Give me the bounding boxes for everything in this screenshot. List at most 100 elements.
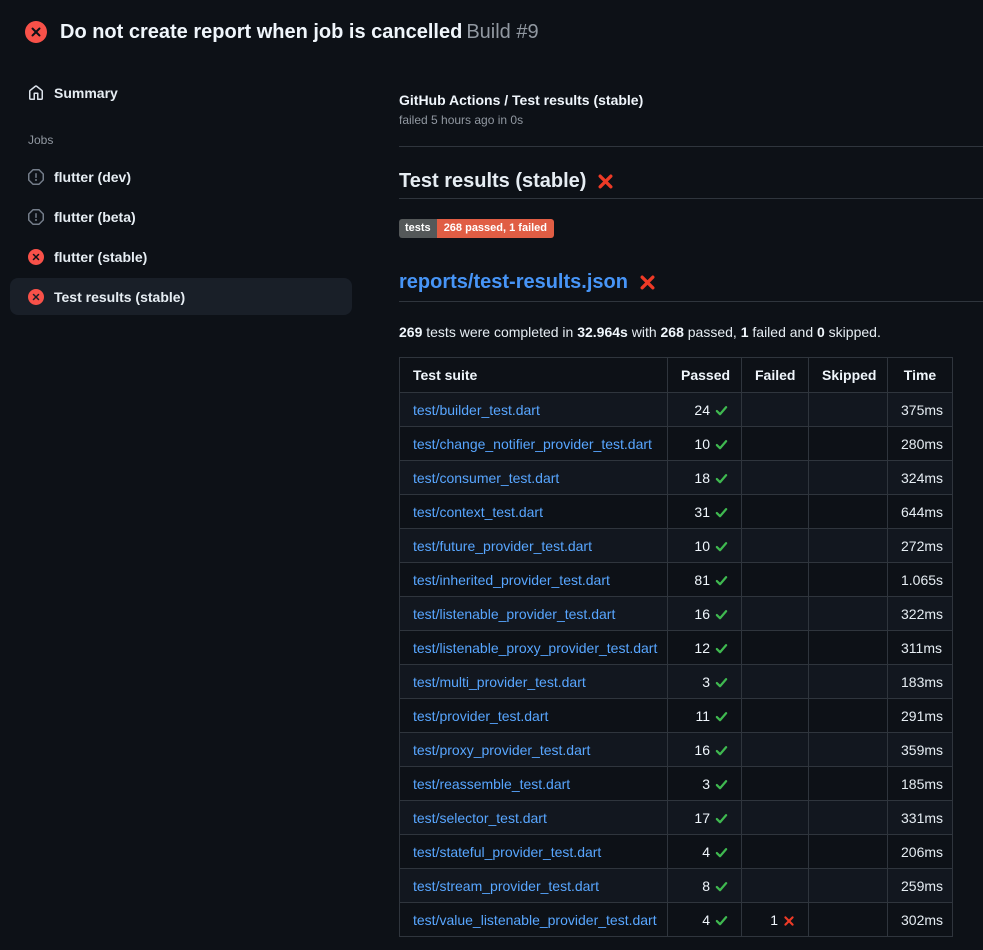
skipped-cell: [809, 903, 888, 937]
summary-segment: 32.964s: [577, 324, 628, 340]
test-suite-link[interactable]: test/provider_test.dart: [413, 708, 548, 724]
table-row: test/stateful_provider_test.dart4206ms: [400, 835, 953, 869]
test-suite-link[interactable]: test/listenable_provider_test.dart: [413, 606, 615, 622]
skipped-cell: [809, 699, 888, 733]
check-icon: [715, 404, 728, 417]
passed-cell: 11: [668, 699, 742, 733]
passed-count: 4: [702, 912, 710, 928]
time-cell: 311ms: [888, 631, 953, 665]
time-cell: 324ms: [888, 461, 953, 495]
table-row: test/selector_test.dart17331ms: [400, 801, 953, 835]
passed-count: 3: [702, 776, 710, 792]
test-suite-link[interactable]: test/context_test.dart: [413, 504, 543, 520]
passed-cell: 4: [668, 903, 742, 937]
column-header-failed: Failed: [742, 358, 809, 393]
test-suite-link[interactable]: test/change_notifier_provider_test.dart: [413, 436, 652, 452]
check-icon: [715, 506, 728, 519]
test-suite-link[interactable]: test/inherited_provider_test.dart: [413, 572, 610, 588]
check-icon: [715, 608, 728, 621]
summary-line: 269 tests were completed in 32.964s with…: [399, 322, 983, 342]
failed-cell: [742, 495, 809, 529]
red-cross-icon: [639, 274, 656, 291]
check-icon: [715, 438, 728, 451]
check-icon: [715, 846, 728, 859]
x-circle-icon: [28, 249, 44, 265]
jobs-section-label: Jobs: [28, 133, 352, 147]
time-cell: 302ms: [888, 903, 953, 937]
failed-cell: 1: [742, 903, 809, 937]
summary-segment: with: [628, 324, 661, 340]
failed-cell: [742, 427, 809, 461]
run-build-number: Build #9: [466, 21, 538, 43]
test-suite-link[interactable]: test/listenable_proxy_provider_test.dart: [413, 640, 657, 656]
passed-count: 10: [694, 538, 710, 554]
skipped-cell: [809, 801, 888, 835]
test-suite-link[interactable]: test/value_listenable_provider_test.dart: [413, 912, 657, 928]
skipped-cell: [809, 427, 888, 461]
time-cell: 644ms: [888, 495, 953, 529]
sidebar-item-summary[interactable]: Summary: [10, 74, 352, 111]
sidebar-item-flutter-dev[interactable]: flutter (dev): [10, 158, 352, 195]
sidebar-item-flutter-stable[interactable]: flutter (stable): [10, 238, 352, 275]
passed-cell: 16: [668, 733, 742, 767]
check-icon: [715, 676, 728, 689]
check-icon: [715, 880, 728, 893]
table-row: test/proxy_provider_test.dart16359ms: [400, 733, 953, 767]
skipped-cell: [809, 563, 888, 597]
job-label: flutter (beta): [54, 209, 136, 225]
main-panel: GitHub Actions / Test results (stable) f…: [399, 57, 983, 937]
suite-cell: test/builder_test.dart: [400, 393, 668, 427]
failed-cell: [742, 461, 809, 495]
report-title-text: Test results (stable): [399, 167, 586, 195]
failed-cell: [742, 597, 809, 631]
time-cell: 322ms: [888, 597, 953, 631]
table-row: test/future_provider_test.dart10272ms: [400, 529, 953, 563]
skipped-cell: [809, 733, 888, 767]
failed-cell: [742, 733, 809, 767]
test-suite-link[interactable]: test/future_provider_test.dart: [413, 538, 592, 554]
table-row: test/value_listenable_provider_test.dart…: [400, 903, 953, 937]
passed-cell: 18: [668, 461, 742, 495]
test-suite-link[interactable]: test/stateful_provider_test.dart: [413, 844, 601, 860]
divider: [399, 146, 983, 147]
table-row: test/multi_provider_test.dart3183ms: [400, 665, 953, 699]
table-row: test/consumer_test.dart 18 324ms: [400, 461, 953, 495]
test-suite-link[interactable]: test/consumer_test.dart: [413, 470, 559, 486]
skipped-cell: [809, 597, 888, 631]
failed-cell: [742, 563, 809, 597]
column-header-test-suite: Test suite: [400, 358, 668, 393]
test-suite-link[interactable]: test/builder_test.dart: [413, 402, 540, 418]
sidebar-item-test-results-stable[interactable]: Test results (stable): [10, 278, 352, 315]
failed-cell: [742, 767, 809, 801]
test-results-table: Test suitePassedFailedSkippedTime test/b…: [399, 357, 953, 937]
tests-badge: tests 268 passed, 1 failed: [399, 219, 554, 238]
test-suite-link[interactable]: test/selector_test.dart: [413, 810, 547, 826]
summary-segment: skipped.: [825, 324, 881, 340]
time-cell: 291ms: [888, 699, 953, 733]
passed-count: 31: [694, 504, 710, 520]
test-suite-link[interactable]: test/reassemble_test.dart: [413, 776, 570, 792]
time-cell: 206ms: [888, 835, 953, 869]
suite-cell: test/proxy_provider_test.dart: [400, 733, 668, 767]
failed-cell: [742, 529, 809, 563]
failed-cell: [742, 835, 809, 869]
passed-cell: 8: [668, 869, 742, 903]
test-suite-link[interactable]: test/multi_provider_test.dart: [413, 674, 586, 690]
column-header-time: Time: [888, 358, 953, 393]
suite-cell: test/change_notifier_provider_test.dart: [400, 427, 668, 461]
suite-cell: test/consumer_test.dart: [400, 461, 668, 495]
job-label: flutter (stable): [54, 249, 147, 265]
badge-label: tests: [399, 219, 437, 238]
check-icon: [715, 778, 728, 791]
check-icon: [715, 710, 728, 723]
test-suite-link[interactable]: test/stream_provider_test.dart: [413, 878, 599, 894]
sidebar-item-flutter-beta[interactable]: flutter (beta): [10, 198, 352, 235]
table-row: test/listenable_proxy_provider_test.dart…: [400, 631, 953, 665]
passed-count: 10: [694, 436, 710, 452]
summary-segment: 0: [817, 324, 825, 340]
test-suite-link[interactable]: test/proxy_provider_test.dart: [413, 742, 590, 758]
passed-cell: 31: [668, 495, 742, 529]
cross-icon: [783, 915, 795, 927]
report-file-link[interactable]: reports/test-results.json: [399, 268, 628, 296]
summary-segment: passed,: [684, 324, 741, 340]
